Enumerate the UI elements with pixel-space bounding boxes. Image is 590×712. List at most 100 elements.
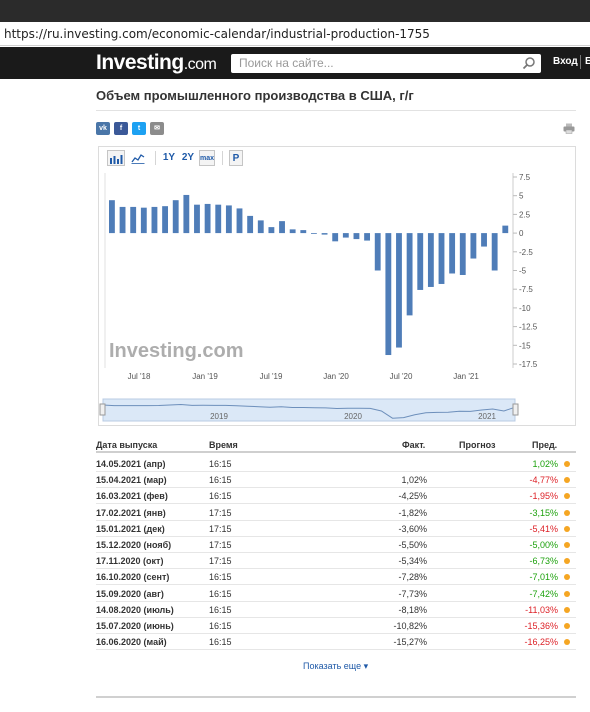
data-bar [225,205,232,234]
page-title: Объем промышленного производства в США, … [96,88,414,103]
bar-chart-icon [110,155,123,164]
twitter-icon[interactable]: t [132,122,146,135]
table-row[interactable]: 15.07.2020 (июнь) 16:15 -10,82% -15,36% [96,618,576,634]
col-header-forecast: Прогноз [459,440,496,450]
table-row[interactable]: 17.11.2020 (окт) 17:15 -5,34% -6,73% [96,553,576,570]
range-max-button[interactable]: max [199,150,215,166]
y-tick-label: 7.5 [519,173,531,182]
y-tick-label: 5 [519,192,524,201]
table-row[interactable]: 15.12.2020 (нояб) 17:15 -5,50% -5,00% [96,537,576,553]
data-bar [438,233,445,284]
table-row[interactable]: 16.10.2020 (сент) 16:15 -7,28% -7,01% [96,569,576,586]
search-placeholder: Поиск на сайте... [239,56,334,70]
x-tick-label: Jan '20 [323,372,349,381]
print-icon[interactable] [563,123,575,134]
importance-dot-icon [564,509,570,516]
show-more-label: Показать еще [303,661,362,671]
bar-chart-button[interactable] [107,150,125,166]
data-bar [406,233,413,316]
data-bar [289,229,296,234]
release-date: 14.05.2021 (апр) [96,459,166,469]
show-more-link[interactable]: Показать еще ▾ [303,661,368,672]
data-bar [481,233,487,247]
actual-value: -1,82% [398,507,427,518]
actual-value: -15,27% [393,637,427,648]
title-divider [96,110,576,111]
release-date: 17.02.2021 (янв) [96,507,166,518]
toolbar-separator [155,151,156,165]
range-2y-button[interactable]: 2Y [180,150,196,166]
col-header-date[interactable]: Дата выпуска [96,440,157,450]
data-bar [374,233,381,271]
range-1y-button[interactable]: 1Y [161,150,177,166]
data-bar [502,225,509,234]
importance-dot-icon [564,525,570,532]
facebook-icon[interactable]: f [114,122,128,135]
logo-suffix: .com [183,56,217,73]
x-tick-label: Jul '18 [128,372,151,381]
navigator-year-label: 2020 [344,412,362,421]
release-date: 17.11.2020 (окт) [96,556,164,567]
previous-value: -5,00% [529,540,558,550]
col-header-fact: Факт. [402,440,426,450]
release-date: 15.01.2021 (дек) [96,523,165,534]
y-tick-label: -15 [519,341,531,350]
table-row[interactable]: 16.06.2020 (май) 16:15 -15,27% -16,25% [96,634,576,651]
x-tick-label: Jul '20 [390,372,413,381]
release-date: 16.10.2020 (сент) [96,572,170,583]
actual-value: -4,25% [398,491,427,502]
line-chart-button[interactable] [129,150,147,166]
data-bar [119,206,126,234]
mail-icon[interactable]: ✉ [150,122,164,135]
vk-icon[interactable]: vk [96,122,110,135]
table-header-divider [96,451,576,453]
header-separator [580,55,581,69]
data-bar [130,206,137,234]
site-logo[interactable]: Investing.com [96,51,217,75]
data-bar [385,233,392,356]
site-header: Investing.com Поиск на сайте... Вход Б [0,47,590,79]
importance-dot-icon [564,606,570,613]
login-link[interactable]: Вход [553,56,578,67]
table-row[interactable]: 15.01.2021 (дек) 17:15 -3,60% -5,41% [96,521,576,537]
previous-value: -7,01% [529,572,558,583]
x-tick-label: Jul '19 [260,372,283,381]
importance-dot-icon [564,623,570,629]
data-bar [268,227,275,234]
importance-dot-icon [564,574,570,581]
release-time: 16:15 [209,637,232,648]
register-link[interactable]: Б [585,56,590,67]
y-tick-label: -7.5 [519,285,533,294]
navigator-year-label: 2021 [478,412,496,421]
actual-value: -5,34% [398,556,427,567]
url-bar[interactable]: https://ru.investing.com/economic-calend… [0,22,590,46]
data-bar [194,204,200,234]
search-input[interactable]: Поиск на сайте... [231,54,541,73]
importance-dot-icon [564,493,570,500]
percent-button[interactable]: P [229,150,243,166]
actual-value: -10,82% [393,621,427,631]
bar-chart: 7.5 5 2.5 0 -2.5 -5 -7.5 -10 -12.5 -15 -17.5 Invest… [99,173,538,422]
navigator-handle-right [512,403,519,416]
table-row[interactable]: 17.02.2021 (янв) 17:15 -1,82% -3,15% [96,505,576,521]
table-row[interactable]: 14.08.2020 (июль) 16:15 -8,18% -11,03% [96,602,576,618]
navigator-year-label: 2019 [210,412,228,421]
previous-value: -4,77% [529,475,558,486]
importance-dot-icon [564,590,570,597]
search-icon[interactable] [522,56,536,70]
release-time: 17:15 [209,523,232,534]
table-row[interactable]: 15.04.2021 (мар) 16:15 1,02% -4,77% [96,472,576,489]
data-bar [321,233,328,235]
y-tick-label: -12.5 [519,323,538,332]
navigator-handle-left [99,403,106,416]
table-row[interactable]: 14.05.2021 (апр) 16:15 1,02% [96,456,576,472]
logo-main: Investing [96,51,184,74]
y-tick-label: -17.5 [519,360,538,369]
data-bar [162,206,169,234]
table-row[interactable]: 15.09.2020 (авг) 16:15 -7,73% -7,42% [96,586,576,602]
table-row[interactable]: 16.03.2021 (фев) 16:15 -4,25% -1,95% [96,488,576,505]
col-header-time: Время [209,440,238,450]
release-time: 16:15 [209,459,232,469]
release-date: 15.04.2021 (мар) [96,475,167,486]
release-date: 16.03.2021 (фев) [96,491,168,502]
